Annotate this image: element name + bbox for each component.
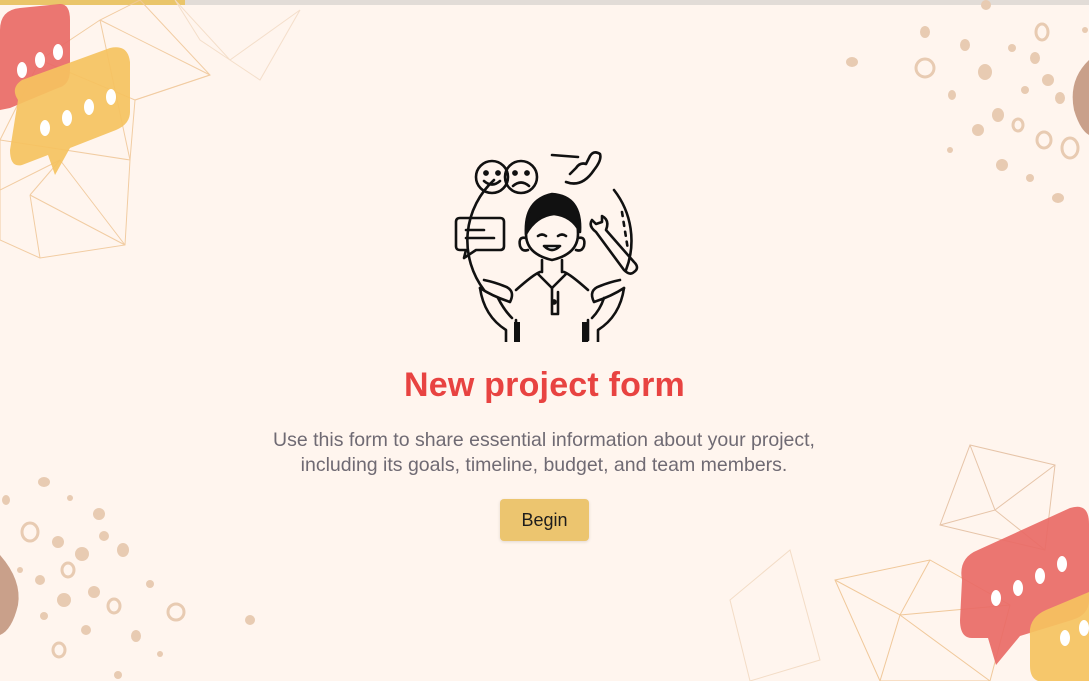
intro-screen: New project form Use this form to share … xyxy=(0,0,1089,681)
form-description-line: including its goals, timeline, budget, a… xyxy=(300,454,788,476)
form-description-line: Use this form to share essential informa… xyxy=(273,429,815,451)
begin-button[interactable]: Begin xyxy=(500,499,589,541)
form-description: Use this form to share essential informa… xyxy=(244,428,844,478)
form-title: New project form xyxy=(404,366,685,404)
customer-support-person-icon xyxy=(454,151,639,342)
